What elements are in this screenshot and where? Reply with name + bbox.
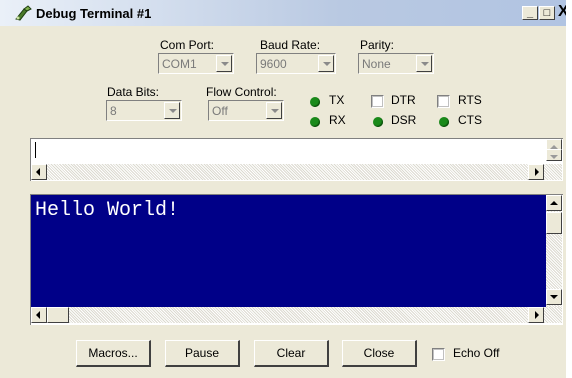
data-bits-label: Data Bits:: [107, 85, 160, 99]
receive-pane[interactable]: Hello World!: [30, 194, 563, 325]
tx-label: TX: [329, 93, 345, 107]
rx-led-icon: [310, 117, 320, 127]
rts-checkbox[interactable]: [437, 95, 450, 108]
baud-rate-value: 9600: [260, 57, 287, 71]
dsr-led-icon: [373, 117, 383, 127]
chevron-down-icon[interactable]: [216, 55, 232, 72]
dsr-label: DSR: [391, 113, 417, 127]
tx-led-icon: [310, 97, 320, 107]
transmit-horizontal-scrollbar[interactable]: [31, 164, 562, 180]
flow-control-value: Off: [212, 104, 228, 118]
scrollbar-thumb[interactable]: [47, 307, 69, 323]
cts-led-icon: [439, 117, 449, 127]
receive-text: Hello World!: [35, 199, 180, 222]
dtr-label: DTR: [391, 93, 416, 107]
baud-rate-label: Baud Rate:: [260, 38, 321, 52]
close-window-button[interactable]: X: [558, 3, 566, 21]
scroll-down-button[interactable]: [546, 289, 562, 305]
scroll-right-button[interactable]: [528, 307, 544, 323]
echo-off-checkbox[interactable]: [432, 348, 445, 361]
com-port-label: Com Port:: [160, 38, 215, 52]
chevron-down-icon[interactable]: [164, 102, 180, 119]
dtr-checkbox[interactable]: [371, 95, 384, 108]
baud-rate-select[interactable]: 9600: [256, 53, 336, 74]
macros-button[interactable]: Macros...: [76, 340, 151, 367]
chevron-down-icon[interactable]: [318, 55, 334, 72]
pause-button[interactable]: Pause: [165, 340, 240, 367]
echo-off-label: Echo Off: [453, 346, 500, 360]
rts-label: RTS: [458, 93, 482, 107]
chevron-down-icon[interactable]: [266, 102, 282, 119]
data-bits-select[interactable]: 8: [106, 100, 182, 121]
flow-control-select[interactable]: Off: [208, 100, 284, 121]
receive-vertical-scrollbar[interactable]: [546, 195, 562, 307]
title-bar[interactable]: Debug Terminal #1 _ □ X: [0, 0, 566, 26]
transmit-pane[interactable]: [30, 138, 563, 181]
com-port-select[interactable]: COM1: [158, 53, 234, 74]
debug-terminal-window: Debug Terminal #1 _ □ X Com Port: COM1 B…: [0, 0, 566, 378]
parity-value: None: [362, 57, 391, 71]
scrollbar-thumb[interactable]: [546, 212, 562, 234]
scroll-right-button[interactable]: [528, 164, 544, 180]
receive-output[interactable]: Hello World!: [31, 195, 546, 307]
parity-select[interactable]: None: [358, 53, 434, 74]
window-title: Debug Terminal #1: [36, 6, 152, 21]
data-bits-value: 8: [110, 104, 117, 118]
cts-label: CTS: [458, 113, 482, 127]
flow-control-label: Flow Control:: [206, 85, 277, 99]
parity-label: Parity:: [360, 38, 395, 52]
com-port-value: COM1: [162, 57, 197, 71]
receive-horizontal-scrollbar[interactable]: [31, 307, 562, 323]
maximize-button[interactable]: □: [539, 6, 555, 20]
clear-button[interactable]: Clear: [254, 340, 329, 367]
rx-label: RX: [329, 113, 346, 127]
chevron-down-icon[interactable]: [416, 55, 432, 72]
scroll-up-button[interactable]: [546, 195, 562, 211]
scroll-down-button[interactable]: [546, 149, 562, 161]
close-button[interactable]: Close: [342, 340, 417, 367]
debug-terminal-icon: [15, 5, 32, 21]
scroll-left-button[interactable]: [31, 164, 47, 180]
scroll-left-button[interactable]: [31, 307, 47, 323]
text-caret: [35, 142, 36, 158]
minimize-button[interactable]: _: [522, 6, 538, 20]
